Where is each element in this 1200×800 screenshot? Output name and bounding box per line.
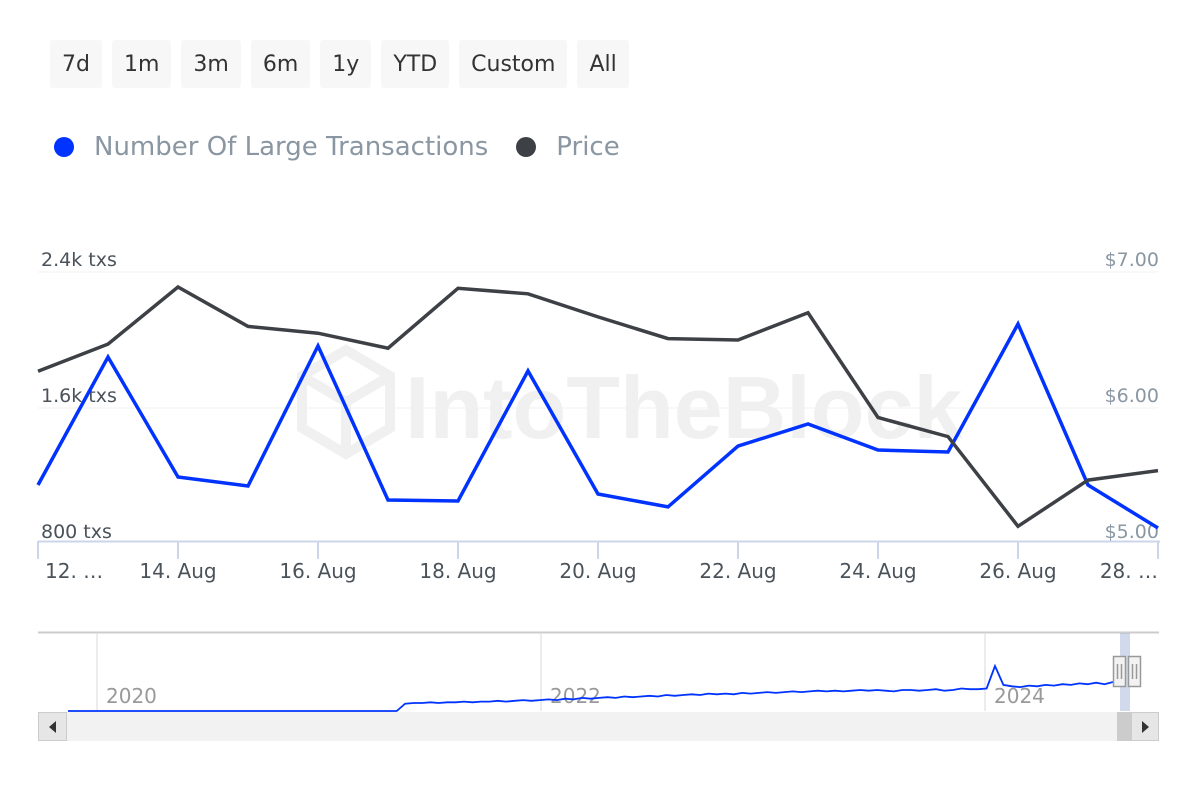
x-axis: 12. … 14. Aug 16. Aug 18. Aug 20. Aug 22. Aug… bbox=[37, 540, 1160, 583]
scrollbar[interactable] bbox=[38, 712, 1159, 741]
navigator-handle-right[interactable] bbox=[1127, 655, 1142, 688]
scroll-right-button[interactable] bbox=[1131, 712, 1159, 741]
x-tick-label: 14. Aug bbox=[139, 559, 216, 583]
y-left-tick-label: 1.6k txs bbox=[41, 385, 117, 407]
chart: IntoTheBlock 12. … 14. Aug 16. Aug 18. Aug 2… bbox=[36, 249, 1160, 741]
x-tick-label: 22. Aug bbox=[699, 559, 776, 583]
y-left-tick-label: 800 txs bbox=[41, 521, 112, 543]
x-tick-label: 24. Aug bbox=[839, 559, 916, 583]
navigator-year-label: 2022 bbox=[550, 684, 601, 708]
x-tick-label: 26. Aug bbox=[979, 559, 1056, 583]
x-tick-label: 20. Aug bbox=[559, 559, 636, 583]
scrollbar-track[interactable] bbox=[38, 712, 1159, 741]
watermark: IntoTheBlock bbox=[297, 344, 963, 460]
x-tick-label: 12. … bbox=[45, 559, 103, 583]
x-tick-label: 18. Aug bbox=[419, 559, 496, 583]
y-right-tick-label: $6.00 bbox=[1105, 385, 1159, 407]
navigator-handle-left[interactable] bbox=[1112, 655, 1127, 688]
x-tick-label: 28. … bbox=[1100, 559, 1158, 583]
y-left-tick-label: 2.4k txs bbox=[41, 249, 117, 271]
watermark-logo-icon bbox=[297, 344, 395, 460]
navigator[interactable]: 2020 2022 2024 bbox=[38, 631, 1159, 712]
navigator-year-label: 2020 bbox=[106, 684, 157, 708]
scroll-left-button[interactable] bbox=[38, 712, 67, 741]
scrollbar-thumb[interactable] bbox=[1117, 712, 1131, 741]
y-right-tick-label: $7.00 bbox=[1105, 249, 1159, 271]
x-tick-label: 16. Aug bbox=[279, 559, 356, 583]
